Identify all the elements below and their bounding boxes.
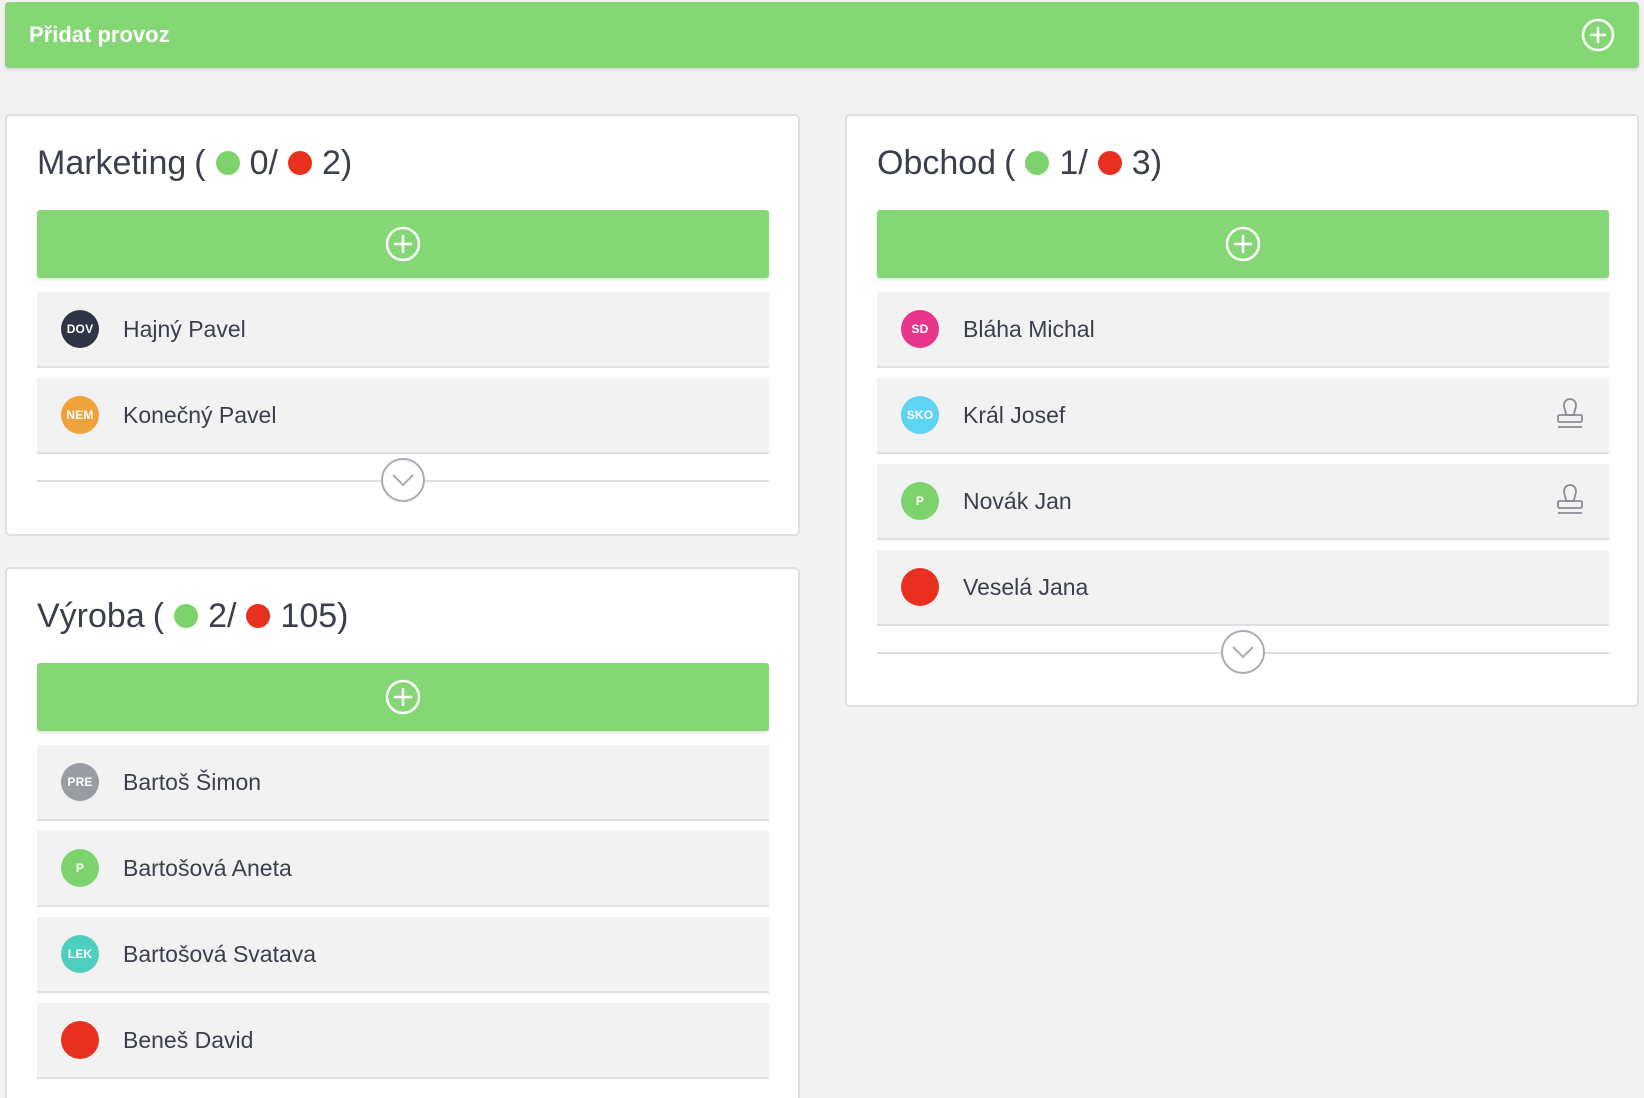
- green-status-dot: [215, 151, 240, 175]
- avatar: PRE: [61, 763, 99, 801]
- employee-name: Bartošová Svatava: [123, 940, 317, 967]
- add-employee-button[interactable]: [37, 210, 769, 278]
- plus-circle-icon: [385, 226, 421, 262]
- red-count: 2): [321, 143, 353, 182]
- employee-row[interactable]: PRE Bartoš Šimon: [37, 745, 769, 821]
- paren-open: (: [1004, 143, 1016, 182]
- avatar: P: [61, 849, 99, 887]
- employee-row[interactable]: SKO Král Josef: [877, 378, 1609, 454]
- avatar: DOV: [61, 310, 99, 348]
- employee-row[interactable]: Beneš David: [37, 1003, 769, 1079]
- employee-list: SD Bláha Michal SKO Král Josef P Novák J…: [877, 292, 1609, 636]
- paren-open: (: [194, 143, 206, 182]
- employee-row[interactable]: NEM Konečný Pavel: [37, 378, 769, 454]
- expand-list: [37, 458, 769, 504]
- department-heading: Marketing ( 0/ 2): [37, 140, 362, 186]
- employee-row[interactable]: DOV Hajný Pavel: [37, 292, 769, 368]
- red-status-dot: [287, 151, 312, 175]
- employee-row[interactable]: P Bartošová Aneta: [37, 831, 769, 907]
- employee-name: Veselá Jana: [963, 573, 1089, 600]
- red-count: 105): [280, 596, 349, 635]
- department-card-vyroba: Výroba ( 2/ 105) PRE Bartoš Šimon P Bart…: [5, 567, 800, 1098]
- department-heading: Obchod ( 1/ 3): [877, 140, 1172, 186]
- employee-list: PRE Bartoš Šimon P Bartošová Aneta LEK B…: [37, 745, 769, 1089]
- employee-name: Hajný Pavel: [123, 315, 246, 342]
- avatar: [61, 1021, 99, 1059]
- avatar: SD: [901, 310, 939, 348]
- avatar: [901, 568, 939, 606]
- add-employee-button[interactable]: [37, 663, 769, 731]
- plus-circle-icon: [1225, 226, 1261, 262]
- stamp-icon[interactable]: [1555, 483, 1585, 522]
- employee-name: Beneš David: [123, 1026, 254, 1053]
- department-name: Obchod: [877, 143, 997, 182]
- chevron-down-icon[interactable]: [381, 458, 425, 502]
- green-count: 2/: [208, 596, 237, 635]
- avatar: LEK: [61, 935, 99, 973]
- employee-name: Král Josef: [963, 401, 1066, 428]
- red-status-dot: [246, 604, 271, 628]
- green-count: 0/: [249, 143, 278, 182]
- chevron-down-icon[interactable]: [1221, 630, 1265, 674]
- add-department-bar[interactable]: Přidat provoz: [5, 2, 1639, 68]
- employee-name: Novák Jan: [963, 487, 1072, 514]
- add-department-label: Přidat provoz: [29, 22, 170, 47]
- stamp-icon[interactable]: [1555, 397, 1585, 436]
- plus-circle-icon[interactable]: [1581, 18, 1615, 52]
- green-status-dot: [174, 604, 199, 628]
- avatar: P: [901, 482, 939, 520]
- add-employee-button[interactable]: [877, 210, 1609, 278]
- avatar: SKO: [901, 396, 939, 434]
- green-count: 1/: [1059, 143, 1088, 182]
- employee-name: Bartošová Aneta: [123, 854, 292, 881]
- department-card-obchod: Obchod ( 1/ 3) SD Bláha Michal SKO Král …: [845, 114, 1639, 707]
- red-count: 3): [1131, 143, 1163, 182]
- employee-row[interactable]: P Novák Jan: [877, 464, 1609, 540]
- employee-name: Bartoš Šimon: [123, 768, 262, 795]
- plus-circle-icon: [385, 679, 421, 715]
- employee-row[interactable]: SD Bláha Michal: [877, 292, 1609, 368]
- green-status-dot: [1025, 151, 1050, 175]
- employee-list: DOV Hajný Pavel NEM Konečný Pavel: [37, 292, 769, 464]
- expand-list: [877, 630, 1609, 676]
- department-name: Výroba: [37, 596, 145, 635]
- department-card-marketing: Marketing ( 0/ 2) DOV Hajný Pavel NEM Ko…: [5, 114, 800, 536]
- employee-row[interactable]: LEK Bartošová Svatava: [37, 917, 769, 993]
- employee-name: Bláha Michal: [963, 315, 1095, 342]
- paren-open: (: [152, 596, 165, 635]
- employee-name: Konečný Pavel: [123, 401, 277, 428]
- department-heading: Výroba ( 2/ 105): [37, 593, 358, 639]
- red-status-dot: [1097, 151, 1122, 175]
- avatar: NEM: [61, 396, 99, 434]
- department-name: Marketing: [37, 143, 187, 182]
- employee-row[interactable]: Veselá Jana: [877, 550, 1609, 626]
